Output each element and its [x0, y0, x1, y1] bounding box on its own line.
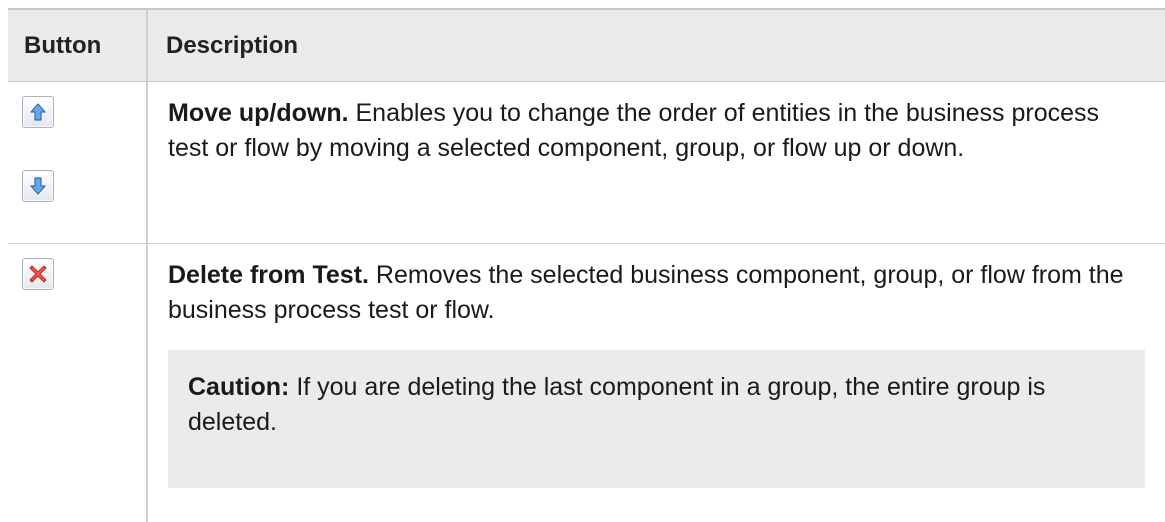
caution-title: Caution: [188, 373, 290, 401]
description-text: Delete from Test. Removes the selected b… [168, 258, 1145, 328]
description-title: Move up/down. [168, 99, 349, 127]
delete-from-test-button[interactable] [22, 258, 54, 290]
header-description: Description [166, 31, 299, 59]
button-cell [8, 82, 148, 243]
table-row: Move up/down. Enables you to change the … [8, 82, 1165, 244]
arrow-up-icon [30, 103, 46, 121]
table-header-row: Button Description [8, 10, 1165, 82]
button-cell [8, 244, 148, 522]
arrow-down-icon [30, 177, 46, 195]
header-button: Button [8, 10, 148, 81]
description-cell: Move up/down. Enables you to change the … [148, 82, 1165, 243]
move-down-button[interactable] [22, 170, 54, 202]
description-title: Delete from Test. [168, 261, 369, 289]
description-text: Move up/down. Enables you to change the … [168, 96, 1145, 166]
caution-note: Caution: If you are deleting the last co… [168, 350, 1145, 488]
button-description-table: Button Description Move up/down. Enables… [8, 8, 1165, 522]
table-row: Delete from Test. Removes the selected b… [8, 244, 1165, 522]
delete-x-icon [29, 265, 47, 283]
caution-text: Caution: If you are deleting the last co… [188, 370, 1125, 440]
description-cell: Delete from Test. Removes the selected b… [148, 244, 1165, 522]
move-up-button[interactable] [22, 96, 54, 128]
caution-body: If you are deleting the last component i… [188, 373, 1046, 436]
